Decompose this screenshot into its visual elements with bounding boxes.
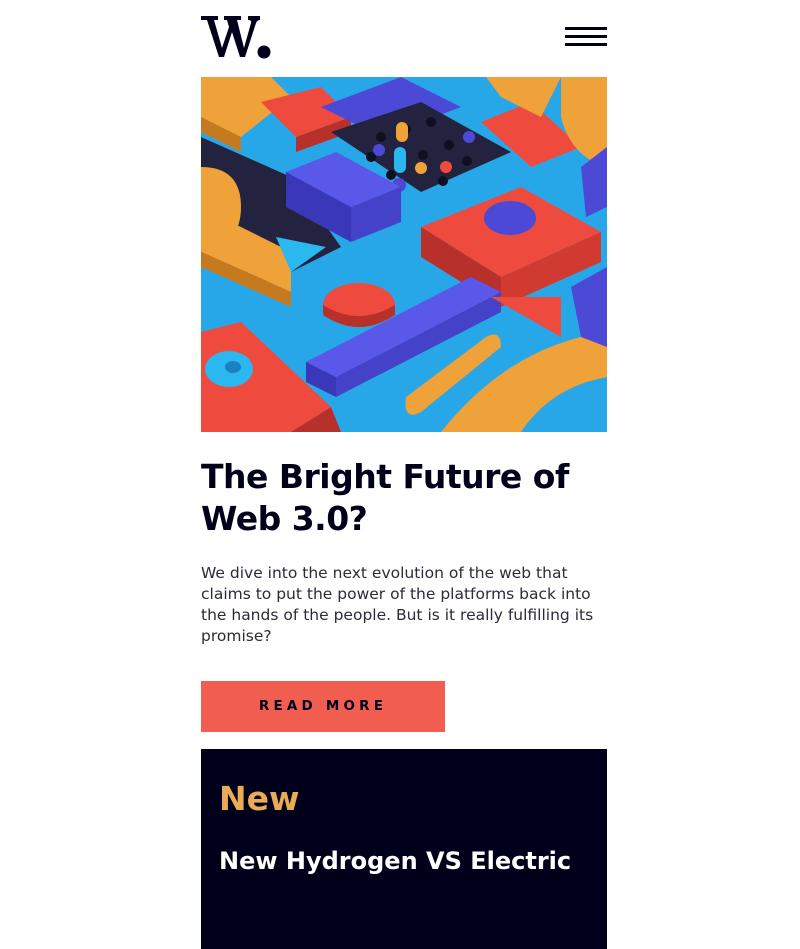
w-logo-icon (201, 16, 271, 59)
menu-button[interactable] (565, 27, 607, 47)
article-title: The Bright Future of Web 3.0? (201, 457, 569, 538)
hero-image (201, 77, 607, 432)
new-section: New New Hydrogen VS Electric (201, 749, 607, 949)
page: The Bright Future of Web 3.0? We dive in… (201, 0, 607, 949)
geometric-blocks-illustration (201, 77, 607, 432)
new-item-link[interactable]: New Hydrogen VS Electric (219, 847, 599, 875)
article-description: We dive into the next evolution of the w… (201, 564, 594, 645)
site-logo[interactable] (201, 13, 271, 59)
read-more-button[interactable]: READ MORE (201, 681, 445, 732)
site-header (201, 0, 607, 77)
new-section-title: New (219, 779, 300, 818)
hamburger-menu-icon (565, 27, 607, 30)
